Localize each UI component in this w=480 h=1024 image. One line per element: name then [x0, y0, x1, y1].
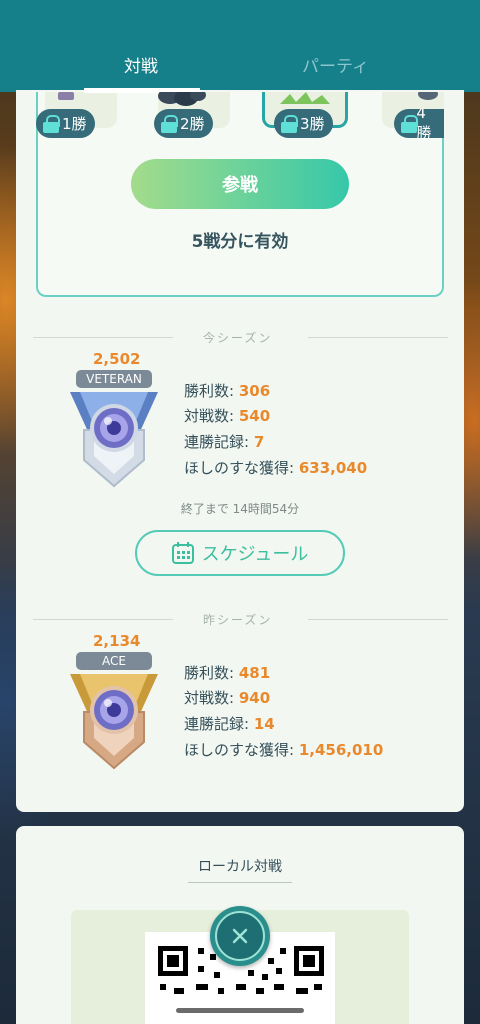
lock-icon	[160, 114, 178, 133]
close-button-inner	[215, 911, 265, 961]
local-battle-title: ローカル対戦	[198, 859, 282, 875]
stat-label: 対戦数:	[184, 689, 239, 707]
stat-label: 対戦数:	[184, 407, 239, 425]
reward-badge-label: 3勝	[300, 115, 325, 133]
app-root: 対戦 パーティ 1勝 2勝 3勝 4勝 参戦 5戦分に有効 今シーズン 2,50…	[0, 0, 480, 1024]
ace-medal-icon	[70, 674, 158, 770]
stat-value: 7	[253, 433, 265, 451]
stat-label: 勝利数:	[184, 664, 239, 682]
previous-season-title: 昨シーズン	[203, 613, 273, 627]
lock-icon	[42, 114, 60, 133]
reward-plant-icon	[280, 92, 330, 104]
reward-pokemon-icon	[158, 92, 206, 106]
schedule-button-label: スケジュール	[201, 544, 309, 565]
local-battle-underline	[188, 882, 292, 883]
system-home-indicator[interactable]	[176, 1008, 304, 1013]
tab-battle[interactable]: 対戦	[124, 52, 158, 77]
rank-pill-ace: ACE	[76, 652, 152, 670]
stat-label: 連勝記録:	[184, 433, 254, 451]
stat-value: 306	[238, 382, 271, 400]
tab-party[interactable]: パーティ	[302, 52, 369, 77]
current-rating: 2,502	[93, 350, 141, 368]
stat-win-streak: 連勝記録: 7	[184, 431, 264, 452]
join-battle-button[interactable]: 参戦	[131, 159, 349, 209]
divider-right	[308, 337, 448, 338]
calendar-icon	[171, 542, 194, 564]
reward-badge-label: 1勝	[62, 115, 87, 133]
lock-icon	[400, 114, 419, 133]
stat-value: 1,456,010	[298, 741, 384, 759]
stat-label: 勝利数:	[184, 382, 239, 400]
season-ends-text: 終了まで 14時間54分	[180, 502, 300, 516]
divider-left	[33, 337, 173, 338]
reward-item-icon-4	[418, 92, 438, 100]
divider-right-2	[308, 619, 448, 620]
stat-win-streak-prev: 連勝記録: 14	[184, 713, 275, 734]
stat-label: ほしのすな獲得:	[184, 459, 299, 477]
valid-for-battles-text: 5戦分に有効	[191, 232, 289, 252]
previous-rating: 2,134	[93, 632, 141, 650]
stat-value: 14	[253, 715, 275, 733]
stat-wins-prev: 勝利数: 481	[184, 662, 270, 683]
reward-badge-label: 2勝	[180, 115, 205, 133]
reward-badge-4: 4勝	[394, 109, 444, 138]
reward-badge-2: 2勝	[154, 109, 213, 138]
lock-icon	[280, 114, 298, 133]
divider-left-2	[33, 619, 173, 620]
stat-wins: 勝利数: 306	[184, 380, 270, 401]
reward-badge-label: 4勝	[416, 109, 432, 138]
stat-label: ほしのすな獲得:	[184, 741, 299, 759]
stat-battles: 対戦数: 540	[184, 405, 270, 426]
stat-label: 連勝記録:	[184, 715, 254, 733]
rank-pill-veteran: VETERAN	[76, 370, 152, 388]
close-button[interactable]	[210, 906, 270, 966]
reward-badge-1: 1勝	[36, 109, 95, 138]
reward-badge-3: 3勝	[274, 109, 333, 138]
stat-value: 540	[238, 407, 271, 425]
stat-value: 940	[238, 689, 271, 707]
schedule-button[interactable]: スケジュール	[135, 530, 345, 576]
top-tab-bar: 対戦 パーティ	[0, 0, 480, 92]
stat-battles-prev: 対戦数: 940	[184, 687, 270, 708]
stat-value: 481	[238, 664, 271, 682]
stat-value: 633,040	[298, 459, 368, 477]
stat-stardust: ほしのすな獲得: 633,040	[184, 457, 367, 478]
veteran-medal-icon	[70, 392, 158, 488]
reward-item-icon	[58, 92, 74, 100]
close-icon	[232, 928, 248, 944]
current-season-title: 今シーズン	[203, 331, 273, 345]
stat-stardust-prev: ほしのすな獲得: 1,456,010	[184, 739, 383, 760]
